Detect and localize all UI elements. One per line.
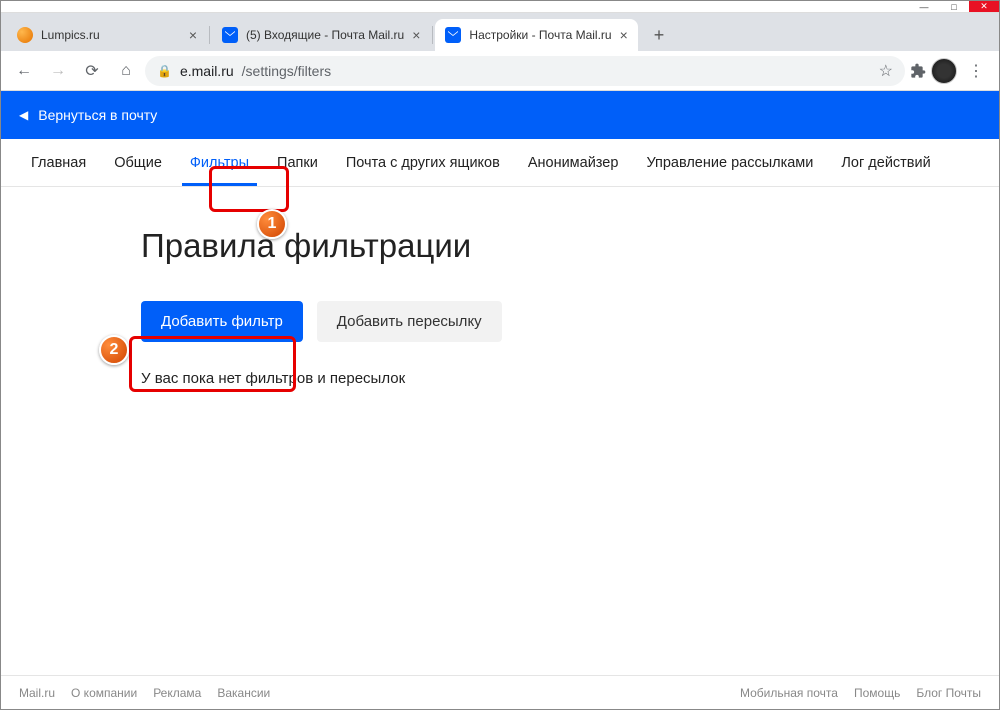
footer-link-mailru[interactable]: Mail.ru — [19, 686, 55, 700]
footer-link-blog[interactable]: Блог Почты — [916, 686, 981, 700]
browser-tab-inbox[interactable]: (5) Входящие - Почта Mail.ru × — [212, 19, 430, 51]
add-filter-button[interactable]: Добавить фильтр — [141, 301, 303, 342]
tab-subscriptions[interactable]: Управление рассылками — [632, 139, 827, 186]
button-row: Добавить фильтр Добавить пересылку — [141, 301, 999, 342]
tab-anonymizer[interactable]: Анонимайзер — [514, 139, 633, 186]
nav-home-button[interactable]: ⌂ — [111, 56, 141, 86]
tab-title: Настройки - Почта Mail.ru — [469, 28, 611, 42]
tab-filters[interactable]: Фильтры — [176, 139, 263, 186]
tab-title: Lumpics.ru — [41, 28, 181, 42]
favicon-mail-icon — [222, 27, 238, 43]
empty-filters-message: У вас пока нет фильтров и пересылок — [141, 370, 999, 387]
main-content: Правила фильтрации Добавить фильтр Добав… — [1, 187, 999, 387]
window-titlebar: — □ ✕ — [1, 1, 999, 13]
url-input[interactable]: 🔒 e.mail.ru/settings/filters ☆ — [145, 56, 905, 86]
tab-folders[interactable]: Папки — [263, 139, 332, 186]
footer-link-mobile[interactable]: Мобильная почта — [740, 686, 838, 700]
tab-close-icon[interactable]: × — [620, 27, 628, 43]
tab-main[interactable]: Главная — [17, 139, 100, 186]
browser-tab-strip: Lumpics.ru × (5) Входящие - Почта Mail.r… — [1, 13, 999, 51]
extensions-icon[interactable] — [909, 62, 927, 80]
browser-tab-settings[interactable]: Настройки - Почта Mail.ru × — [435, 19, 637, 51]
window-maximize-button[interactable]: □ — [939, 1, 969, 12]
tab-close-icon[interactable]: × — [412, 27, 420, 43]
footer-link-ads[interactable]: Реклама — [153, 686, 201, 700]
lock-icon: 🔒 — [157, 64, 172, 78]
window-minimize-button[interactable]: — — [909, 1, 939, 12]
nav-back-button[interactable]: ← — [9, 56, 39, 86]
nav-reload-button[interactable]: ⟳ — [77, 56, 107, 86]
page-footer: Mail.ru О компании Реклама Вакансии Моби… — [1, 675, 999, 709]
annotation-step-2-badge: 2 — [99, 335, 129, 365]
back-arrow-icon: ◀ — [19, 108, 28, 122]
tab-other-mailboxes[interactable]: Почта с других ящиков — [332, 139, 514, 186]
annotation-step-1-badge: 1 — [257, 209, 287, 239]
favicon-mail-icon — [445, 27, 461, 43]
favicon-lumpics-icon — [17, 27, 33, 43]
add-forward-button[interactable]: Добавить пересылку — [317, 301, 502, 342]
url-path: /settings/filters — [242, 63, 331, 79]
footer-link-help[interactable]: Помощь — [854, 686, 900, 700]
browser-tab-lumpics[interactable]: Lumpics.ru × — [7, 19, 207, 51]
tab-title: (5) Входящие - Почта Mail.ru — [246, 28, 404, 42]
footer-link-about[interactable]: О компании — [71, 686, 137, 700]
window-close-button[interactable]: ✕ — [969, 1, 999, 12]
return-to-mail-label: Вернуться в почту — [38, 107, 157, 123]
nav-forward-button[interactable]: → — [43, 56, 73, 86]
browser-menu-button[interactable]: ⋮ — [961, 61, 991, 81]
url-host: e.mail.ru — [180, 63, 234, 79]
tab-action-log[interactable]: Лог действий — [827, 139, 944, 186]
bookmark-star-icon[interactable]: ☆ — [879, 61, 893, 81]
new-tab-button[interactable]: + — [646, 21, 673, 50]
return-to-mail-bar[interactable]: ◀ Вернуться в почту — [1, 91, 999, 139]
profile-avatar[interactable] — [931, 58, 957, 84]
browser-address-bar: ← → ⟳ ⌂ 🔒 e.mail.ru/settings/filters ☆ ⋮ — [1, 51, 999, 91]
settings-tab-bar: Главная Общие Фильтры Папки Почта с друг… — [1, 139, 999, 187]
tab-close-icon[interactable]: × — [189, 27, 197, 43]
tab-general[interactable]: Общие — [100, 139, 176, 186]
footer-link-careers[interactable]: Вакансии — [217, 686, 270, 700]
